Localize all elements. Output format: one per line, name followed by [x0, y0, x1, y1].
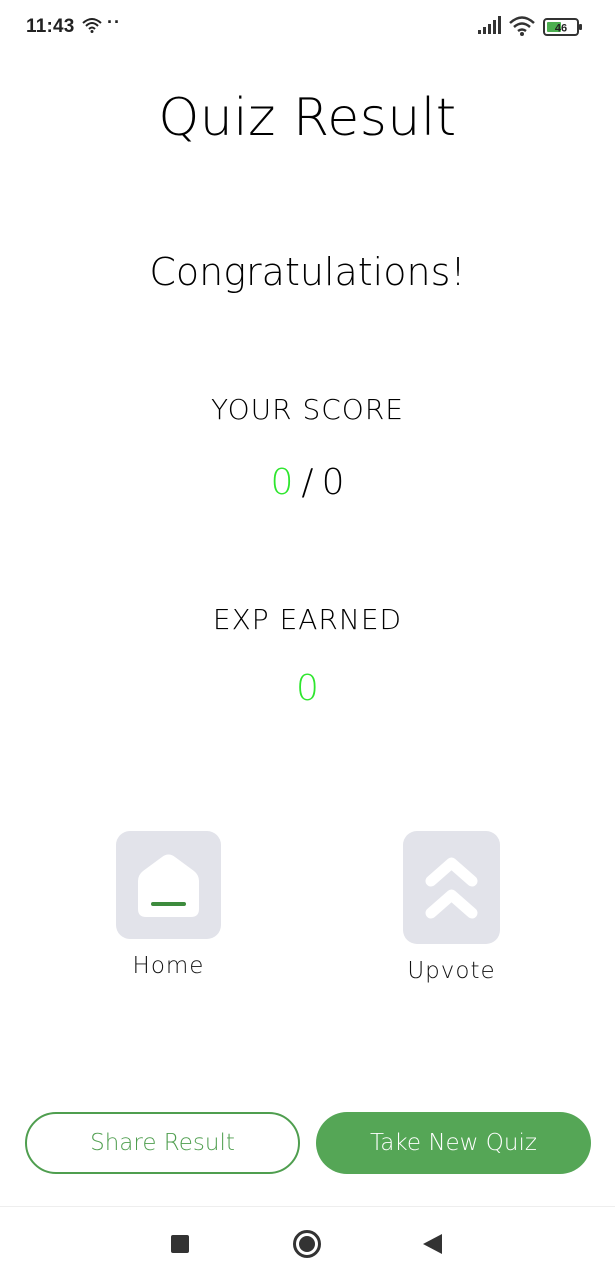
wifi-small-icon	[82, 18, 102, 33]
status-bar: 11:43 ·· 46	[0, 0, 615, 54]
home-label: Home	[132, 953, 205, 979]
congratulations-text: Congratulations!	[149, 250, 466, 294]
exp-label: EXP EARNED	[212, 603, 403, 636]
score-value: 0	[270, 462, 294, 503]
status-dots: ··	[107, 12, 121, 32]
wifi-icon	[509, 16, 535, 36]
score-display: 0/0	[0, 462, 615, 503]
upvote-icon	[425, 857, 478, 919]
exp-value: 0	[296, 668, 319, 709]
score-label: YOUR SCORE	[211, 393, 404, 426]
back-icon[interactable]	[423, 1234, 442, 1254]
upvote-tile-box[interactable]	[403, 831, 500, 944]
home-button[interactable]: Home	[116, 831, 222, 983]
signal-icon	[478, 16, 501, 34]
score-total: 0	[321, 462, 345, 503]
take-new-quiz-button[interactable]: Take New Quiz	[316, 1112, 591, 1174]
share-result-button[interactable]: Share Result	[25, 1112, 300, 1174]
home-tile-box[interactable]	[116, 831, 221, 939]
page-title: Quiz Result	[158, 88, 457, 148]
nav-home-icon[interactable]	[293, 1230, 321, 1258]
home-icon	[138, 854, 199, 917]
battery-icon: 46	[543, 18, 583, 36]
battery-level: 46	[555, 23, 567, 35]
score-separator: /	[301, 462, 314, 503]
system-nav-bar	[0, 1206, 615, 1280]
recents-icon[interactable]	[171, 1235, 189, 1253]
status-time: 11:43	[26, 16, 75, 37]
upvote-label: Upvote	[407, 958, 496, 984]
upvote-button[interactable]: Upvote	[403, 831, 501, 991]
